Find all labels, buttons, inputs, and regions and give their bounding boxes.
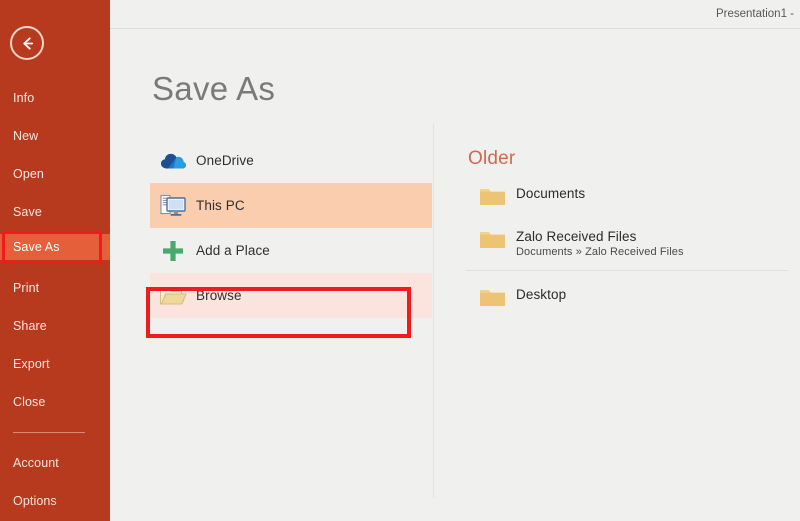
sidebar-item-account[interactable]: Account bbox=[0, 450, 110, 476]
sidebar-item-options[interactable]: Options bbox=[0, 488, 110, 514]
sidebar-item-open[interactable]: Open bbox=[0, 161, 110, 187]
backstage-save-as-screen: Presentation1 - Info New Open Save Save … bbox=[0, 0, 800, 521]
folder-name: Documents bbox=[516, 186, 586, 201]
recent-list-separator bbox=[466, 270, 788, 271]
place-item-this-pc[interactable]: This PC bbox=[150, 183, 432, 228]
sidebar-item-label: Options bbox=[13, 494, 57, 508]
sidebar-item-export[interactable]: Export bbox=[0, 351, 110, 377]
sidebar-item-label: Open bbox=[13, 167, 44, 181]
sidebar-item-save[interactable]: Save bbox=[0, 199, 110, 225]
open-folder-icon bbox=[150, 285, 196, 307]
sidebar-item-save-as[interactable]: Save As bbox=[0, 234, 110, 260]
folder-name: Zalo Received Files bbox=[516, 229, 637, 244]
place-item-onedrive[interactable]: OneDrive bbox=[150, 138, 432, 183]
folder-icon bbox=[468, 285, 516, 308]
header-divider bbox=[110, 28, 800, 29]
column-divider bbox=[433, 124, 434, 498]
folder-text: Zalo Received Files Documents » Zalo Rec… bbox=[516, 227, 684, 260]
place-label: Add a Place bbox=[196, 243, 270, 258]
recent-folder-item[interactable]: Desktop bbox=[468, 277, 788, 321]
sidebar-item-share[interactable]: Share bbox=[0, 313, 110, 339]
backstage-sidebar: Info New Open Save Save As Print Share E… bbox=[0, 0, 110, 521]
folder-text: Desktop bbox=[516, 285, 566, 303]
folder-icon bbox=[468, 227, 516, 250]
sidebar-item-label: Save bbox=[13, 205, 42, 219]
sidebar-item-label: Close bbox=[13, 395, 46, 409]
back-arrow-icon[interactable] bbox=[10, 26, 44, 60]
folder-icon bbox=[468, 184, 516, 207]
recent-folder-item[interactable]: Zalo Received Files Documents » Zalo Rec… bbox=[468, 224, 788, 264]
sidebar-item-label: Account bbox=[13, 456, 59, 470]
place-item-add-a-place[interactable]: Add a Place bbox=[150, 228, 432, 273]
sidebar-item-close[interactable]: Close bbox=[0, 389, 110, 415]
place-label: Browse bbox=[196, 288, 242, 303]
sidebar-item-label: Save As bbox=[13, 240, 60, 254]
plus-icon bbox=[150, 240, 196, 262]
sidebar-item-print[interactable]: Print bbox=[0, 275, 110, 301]
onedrive-cloud-icon bbox=[150, 151, 196, 170]
page-title: Save As bbox=[152, 70, 276, 107]
sidebar-item-label: Info bbox=[13, 91, 35, 105]
place-label: This PC bbox=[196, 198, 245, 213]
recent-folders-panel: Older Documents Zalo Received Files Docu… bbox=[466, 148, 788, 321]
sidebar-divider bbox=[13, 432, 85, 433]
sidebar-item-info[interactable]: Info bbox=[0, 85, 110, 111]
sidebar-item-label: Print bbox=[13, 281, 40, 295]
window-title: Presentation1 - bbox=[716, 8, 794, 20]
places-list: OneDrive This PC Add a Place Browse bbox=[150, 138, 432, 318]
sidebar-item-label: Share bbox=[13, 319, 47, 333]
this-pc-monitor-icon bbox=[150, 194, 196, 218]
sidebar-item-label: New bbox=[13, 129, 39, 143]
folder-name: Desktop bbox=[516, 287, 567, 302]
place-item-browse[interactable]: Browse bbox=[150, 273, 432, 318]
sidebar-item-label: Export bbox=[13, 357, 50, 371]
place-label: OneDrive bbox=[196, 153, 254, 168]
sidebar-item-new[interactable]: New bbox=[0, 123, 110, 149]
older-heading: Older bbox=[468, 148, 516, 169]
recent-folder-item[interactable]: Documents bbox=[468, 181, 788, 219]
folder-path: Documents » Zalo Received Files bbox=[516, 246, 684, 258]
folder-text: Documents bbox=[516, 184, 585, 202]
